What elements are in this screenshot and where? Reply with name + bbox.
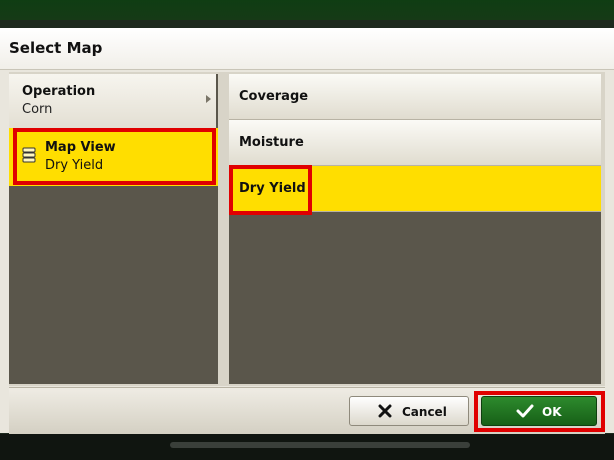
operation-title: Operation	[22, 84, 96, 99]
dialog-title: Select Map	[9, 39, 103, 57]
dialog-header: Select Map	[0, 28, 614, 70]
option-moisture[interactable]: Moisture	[229, 120, 601, 166]
top-status-strip	[0, 0, 614, 20]
bottom-scroll-bar	[170, 442, 470, 448]
select-map-dialog: Select Map Operation Corn Map View Dry Y…	[0, 28, 614, 434]
chevron-right-icon	[206, 95, 211, 103]
cancel-label: Cancel	[402, 405, 447, 419]
highlight-map-view	[13, 128, 216, 185]
option-coverage[interactable]: Coverage	[229, 74, 601, 120]
operation-item[interactable]: Operation Corn	[9, 74, 216, 129]
close-icon	[378, 404, 392, 418]
bottom-strip	[0, 434, 614, 460]
highlight-ok	[474, 391, 605, 432]
cancel-button[interactable]: Cancel	[349, 396, 469, 426]
highlight-dry-yield	[229, 165, 312, 215]
operation-value: Corn	[22, 102, 53, 117]
left-panel: Operation Corn Map View Dry Yield	[9, 74, 218, 384]
option-label: Moisture	[239, 135, 304, 150]
right-panel: Coverage Moisture Dry Yield	[229, 74, 601, 384]
option-label: Coverage	[239, 89, 309, 104]
